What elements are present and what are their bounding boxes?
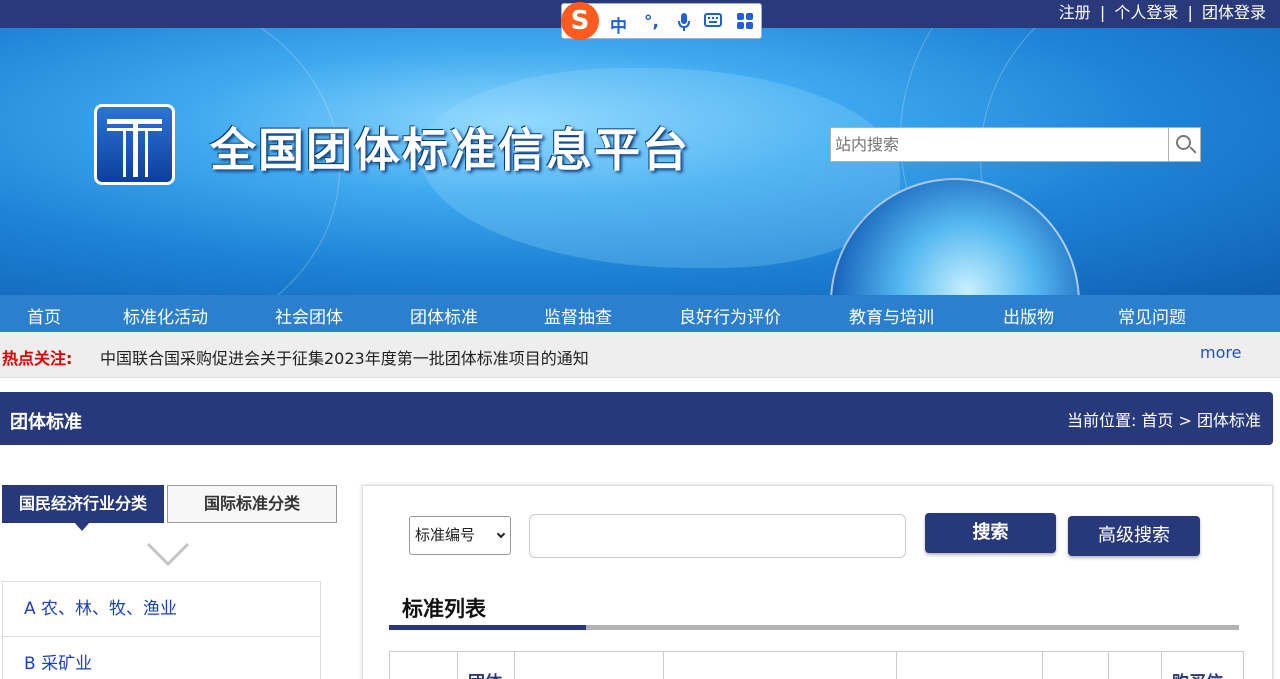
category-item-agriculture[interactable]: A 农、林、牧、渔业 (2, 582, 321, 637)
nav-item-inspection[interactable]: 监督抽查 (544, 303, 612, 328)
ime-logo-icon[interactable]: S (561, 2, 599, 40)
table-header-cell (897, 652, 1043, 679)
site-logo[interactable] (94, 104, 175, 185)
nav-item-faq[interactable]: 常见问题 (1118, 303, 1186, 328)
section-title: 团体标准 (10, 412, 82, 433)
separator: | (1187, 3, 1193, 22)
divider-accent (389, 625, 586, 630)
table-header-cell (1109, 652, 1162, 679)
table-header-cell: 购买信 (1162, 652, 1243, 679)
nav-item-home[interactable]: 首页 (27, 303, 61, 328)
hot-news-link[interactable]: 中国联合国采购促进会关于征集2023年度第一批团体标准项目的通知 (100, 345, 589, 369)
separator: | (1099, 3, 1106, 22)
tab-label: 国民经济行业分类 (18, 494, 147, 513)
list-title: 标准列表 (402, 597, 486, 621)
advanced-search-button[interactable]: 高级搜索 (1068, 516, 1200, 556)
chevron-down-icon[interactable] (146, 540, 190, 568)
search-field-value: 标准编号 (415, 526, 476, 544)
standards-table: 团体 购买信 (389, 651, 1244, 679)
category-item-mining[interactable]: B 采矿业 (2, 637, 321, 679)
tab-label: 国际标准分类 (203, 494, 300, 513)
grid-menu-icon[interactable] (736, 12, 754, 35)
tab-industry-classification[interactable]: 国民经济行业分类 (2, 485, 164, 531)
keyboard-icon[interactable] (704, 12, 722, 33)
more-link[interactable]: more (1200, 343, 1241, 362)
chevron-down-icon (496, 529, 506, 539)
nav-item-training[interactable]: 教育与培训 (849, 303, 934, 328)
nav-item-group-standards[interactable]: 团体标准 (410, 303, 478, 328)
register-link[interactable]: 注册 (1059, 3, 1091, 22)
table-header-cell (515, 652, 664, 679)
table-header-cell (1043, 652, 1109, 679)
category-list: A 农、林、牧、渔业 B 采矿业 (2, 581, 321, 679)
ime-punct-toggle[interactable]: °, (644, 12, 659, 32)
section-header: 团体标准 当前位置: 首页 > 团体标准 (0, 392, 1273, 445)
nav-item-evaluation[interactable]: 良好行为评价 (679, 303, 781, 328)
search-button[interactable]: 搜索 (925, 513, 1056, 553)
hot-news-label: 热点关注: (2, 349, 73, 368)
site-search-box (830, 127, 1169, 162)
keyword-input[interactable] (529, 514, 906, 558)
table-header-cell: 团体 (458, 652, 515, 679)
nav-item-standardization[interactable]: 标准化活动 (123, 303, 208, 328)
hot-news-bar: 热点关注: 中国联合国采购促进会关于征集2023年度第一批团体标准项目的通知 m… (0, 332, 1280, 378)
table-header-cell (390, 652, 458, 679)
ime-mode-toggle[interactable]: 中 (610, 12, 627, 37)
tab-international-classification[interactable]: 国际标准分类 (167, 485, 337, 523)
nav-item-publications[interactable]: 出版物 (1003, 303, 1054, 328)
site-search-button[interactable] (1168, 127, 1201, 162)
search-field-select[interactable]: 标准编号 (409, 516, 511, 555)
personal-login-link[interactable]: 个人登录 (1114, 3, 1178, 22)
site-title: 全国团体标准信息平台 (210, 123, 690, 177)
microphone-icon[interactable] (677, 12, 691, 37)
nav-item-social-groups[interactable]: 社会团体 (275, 303, 343, 328)
group-login-link[interactable]: 团体登录 (1202, 3, 1266, 22)
ime-toolbar: S 中 °, (561, 2, 762, 40)
breadcrumb: 当前位置: 首页 > 团体标准 (1066, 411, 1261, 430)
account-links: 注册 | 个人登录 | 团体登录 (1059, 1, 1266, 25)
site-search-input[interactable] (831, 128, 1168, 161)
main-nav: 首页 标准化活动 社会团体 团体标准 监督抽查 良好行为评价 教育与培训 出版物… (0, 295, 1280, 332)
tab-pointer (74, 522, 90, 531)
table-header-cell (664, 652, 897, 679)
